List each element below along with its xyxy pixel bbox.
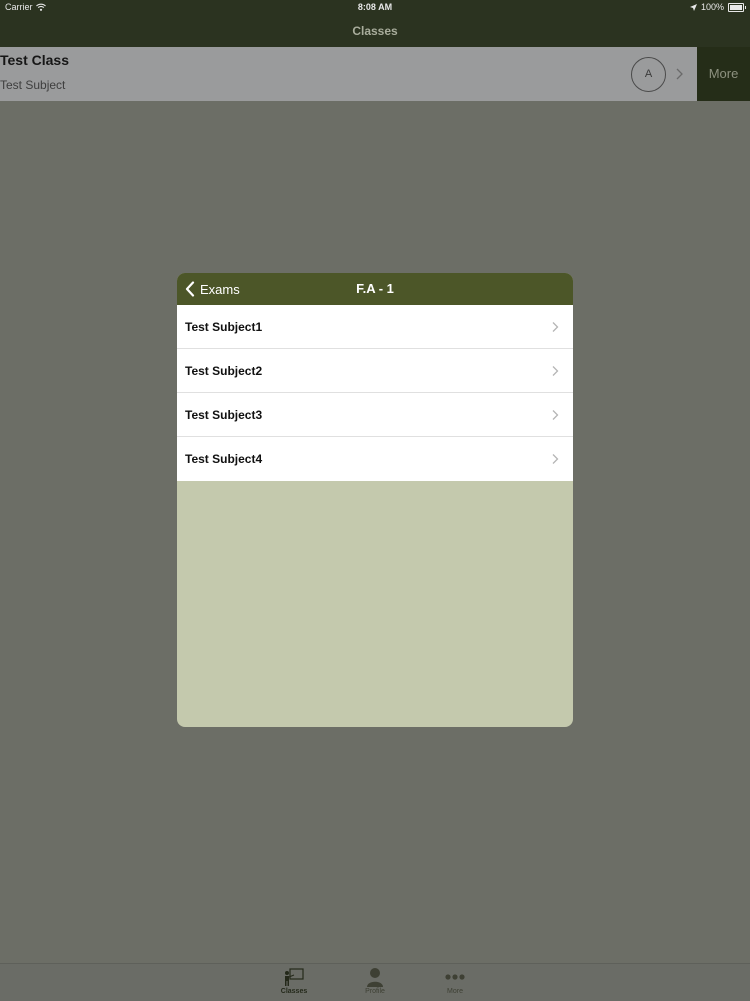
battery-percent: 100% [700,2,724,12]
subject-label: Test Subject2 [185,364,263,378]
location-arrow-icon [689,3,697,11]
list-item[interactable]: Test Subject2 [177,349,573,393]
subject-label: Test Subject4 [185,452,263,466]
chevron-right-icon [552,410,559,420]
tab-profile[interactable]: Profile [345,967,405,995]
more-button[interactable]: More [697,47,750,101]
modal-title: F.A - 1 [356,281,394,296]
more-dots-icon [445,974,465,980]
chevron-right-icon [552,454,559,464]
list-item[interactable]: Test Subject4 [177,437,573,481]
battery-icon [728,2,746,12]
chevron-right-icon [676,68,683,80]
list-item[interactable]: Test Subject3 [177,393,573,437]
subject-list: Test Subject1 Test Subject2 Test Subject… [177,305,573,481]
tab-classes[interactable]: Classes [264,967,324,995]
classes-teacher-icon [285,968,304,986]
exam-modal: Exams F.A - 1 Test Subject1 Test Subject… [177,273,573,727]
profile-icon [367,968,383,987]
subject-label: Test Subject1 [185,320,263,334]
status-bar: Carrier 8:08 AM 100% [0,0,750,16]
avatar[interactable]: A [631,57,666,92]
nav-title: Classes [352,24,398,38]
list-item[interactable]: Test Subject1 [177,305,573,349]
nav-bar: Classes [0,16,750,47]
class-subtitle: Test Subject [0,78,66,92]
modal-header: Exams F.A - 1 [177,273,573,305]
subject-label: Test Subject3 [185,408,263,422]
status-time: 8:08 AM [357,2,393,12]
tab-label: More [447,988,463,995]
status-right: 100% [689,2,746,12]
tab-label: Classes [280,988,308,995]
chevron-right-icon [552,322,559,332]
tab-label: Profile [365,988,385,995]
class-title: Test Class [0,52,69,68]
tab-more[interactable]: More [425,967,485,995]
class-row[interactable]: Test Class Test Subject A More [0,47,750,101]
chevron-right-icon [552,366,559,376]
tab-bar: Classes Profile More [0,963,750,1001]
